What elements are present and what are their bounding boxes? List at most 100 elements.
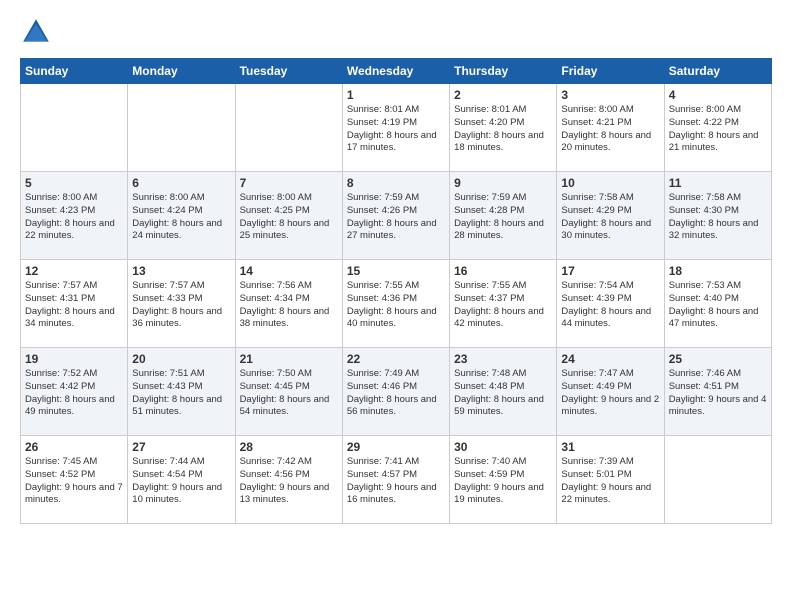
calendar-cell: 29 Sunrise: 7:41 AM Sunset: 4:57 PM Dayli… [342,436,449,524]
day-number: 11 [669,176,767,190]
day-info: Sunrise: 7:49 AM Sunset: 4:46 PM Dayligh… [347,368,445,419]
day-info: Sunrise: 7:55 AM Sunset: 4:36 PM Dayligh… [347,280,445,331]
day-number: 7 [240,176,338,190]
week-row-2: 5 Sunrise: 8:00 AM Sunset: 4:23 PM Daylig… [21,172,772,260]
logo-icon [20,16,52,48]
day-info: Sunrise: 7:59 AM Sunset: 4:28 PM Dayligh… [454,192,552,243]
day-info: Sunrise: 7:39 AM Sunset: 5:01 PM Dayligh… [561,456,659,507]
calendar-cell [21,84,128,172]
weekday-header-saturday: Saturday [664,59,771,84]
calendar-cell: 28Sunrise: 7:42 AM Sunset: 4:56 PM Dayli… [235,436,342,524]
weekday-header-thursday: Thursday [450,59,557,84]
day-number: 23 [454,352,552,366]
calendar-cell: 10 Sunrise: 7:58 AM Sunset: 4:29 PM Dayli… [557,172,664,260]
day-info: Sunrise: 8:00 AM Sunset: 4:23 PM Dayligh… [25,192,123,243]
day-info: Sunrise: 7:55 AM Sunset: 4:37 PM Dayligh… [454,280,552,331]
calendar-cell: 11 Sunrise: 7:58 AM Sunset: 4:30 PM Dayli… [664,172,771,260]
day-number: 4 [669,88,767,102]
calendar-cell: 26 Sunrise: 7:45 AM Sunset: 4:52 PM Dayli… [21,436,128,524]
day-info: Sunrise: 7:46 AM Sunset: 4:51 PM Dayligh… [669,368,767,419]
day-number: 20 [132,352,230,366]
calendar-cell: 17 Sunrise: 7:54 AM Sunset: 4:39 PM Dayli… [557,260,664,348]
calendar-cell: 19Sunrise: 7:52 AM Sunset: 4:42 PM Dayli… [21,348,128,436]
calendar-cell: 31 Sunrise: 7:39 AM Sunset: 5:01 PM Dayli… [557,436,664,524]
day-number: 30 [454,440,552,454]
weekday-header-monday: Monday [128,59,235,84]
day-info: Sunrise: 7:52 AM Sunset: 4:42 PM Dayligh… [25,368,123,419]
weekday-header-friday: Friday [557,59,664,84]
day-number: 3 [561,88,659,102]
calendar-cell: 18 Sunrise: 7:53 AM Sunset: 4:40 PM Dayli… [664,260,771,348]
day-number: 2 [454,88,552,102]
day-number: 15 [347,264,445,278]
calendar-cell [128,84,235,172]
day-info: Sunrise: 8:00 AM Sunset: 4:25 PM Dayligh… [240,192,338,243]
day-number: 29 [347,440,445,454]
calendar-cell: 1 Sunrise: 8:01 AM Sunset: 4:19 PM Daylig… [342,84,449,172]
week-row-3: 12 Sunrise: 7:57 AM Sunset: 4:31 PM Dayli… [21,260,772,348]
page: SundayMondayTuesdayWednesdayThursdayFrid… [0,0,792,534]
calendar-cell: 22Sunrise: 7:49 AM Sunset: 4:46 PM Dayli… [342,348,449,436]
day-info: Sunrise: 7:45 AM Sunset: 4:52 PM Dayligh… [25,456,123,507]
day-info: Sunrise: 7:48 AM Sunset: 4:48 PM Dayligh… [454,368,552,419]
day-number: 28 [240,440,338,454]
day-number: 18 [669,264,767,278]
day-info: Sunrise: 7:47 AM Sunset: 4:49 PM Dayligh… [561,368,659,419]
day-number: 9 [454,176,552,190]
day-info: Sunrise: 7:40 AM Sunset: 4:59 PM Dayligh… [454,456,552,507]
calendar-cell: 24 Sunrise: 7:47 AM Sunset: 4:49 PM Dayli… [557,348,664,436]
day-number: 27 [132,440,230,454]
day-number: 1 [347,88,445,102]
calendar-cell: 13Sunrise: 7:57 AM Sunset: 4:33 PM Dayli… [128,260,235,348]
week-row-1: 1 Sunrise: 8:01 AM Sunset: 4:19 PM Daylig… [21,84,772,172]
calendar-cell: 14 Sunrise: 7:56 AM Sunset: 4:34 PM Dayli… [235,260,342,348]
day-info: Sunrise: 7:41 AM Sunset: 4:57 PM Dayligh… [347,456,445,507]
week-row-5: 26 Sunrise: 7:45 AM Sunset: 4:52 PM Dayli… [21,436,772,524]
weekday-header-sunday: Sunday [21,59,128,84]
day-info: Sunrise: 7:58 AM Sunset: 4:29 PM Dayligh… [561,192,659,243]
day-number: 24 [561,352,659,366]
weekday-header-tuesday: Tuesday [235,59,342,84]
day-number: 31 [561,440,659,454]
calendar-cell: 30 Sunrise: 7:40 AM Sunset: 4:59 PM Dayli… [450,436,557,524]
calendar-cell: 5 Sunrise: 8:00 AM Sunset: 4:23 PM Daylig… [21,172,128,260]
calendar-cell [235,84,342,172]
calendar-cell: 16 Sunrise: 7:55 AM Sunset: 4:37 PM Dayli… [450,260,557,348]
calendar-cell: 23 Sunrise: 7:48 AM Sunset: 4:48 PM Dayli… [450,348,557,436]
day-info: Sunrise: 7:54 AM Sunset: 4:39 PM Dayligh… [561,280,659,331]
day-info: Sunrise: 8:00 AM Sunset: 4:24 PM Dayligh… [132,192,230,243]
calendar-cell: 8Sunrise: 7:59 AM Sunset: 4:26 PM Daylig… [342,172,449,260]
day-number: 10 [561,176,659,190]
calendar-cell: 4 Sunrise: 8:00 AM Sunset: 4:22 PM Daylig… [664,84,771,172]
calendar-cell: 6 Sunrise: 8:00 AM Sunset: 4:24 PM Daylig… [128,172,235,260]
day-info: Sunrise: 7:58 AM Sunset: 4:30 PM Dayligh… [669,192,767,243]
day-info: Sunrise: 8:01 AM Sunset: 4:19 PM Dayligh… [347,104,445,155]
day-number: 21 [240,352,338,366]
day-number: 6 [132,176,230,190]
weekday-header-wednesday: Wednesday [342,59,449,84]
day-info: Sunrise: 7:57 AM Sunset: 4:33 PM Dayligh… [132,280,230,331]
day-number: 25 [669,352,767,366]
day-number: 17 [561,264,659,278]
day-number: 5 [25,176,123,190]
day-number: 26 [25,440,123,454]
header [20,16,772,48]
logo [20,16,56,48]
day-info: Sunrise: 7:44 AM Sunset: 4:54 PM Dayligh… [132,456,230,507]
day-number: 14 [240,264,338,278]
calendar: SundayMondayTuesdayWednesdayThursdayFrid… [20,58,772,524]
day-info: Sunrise: 7:56 AM Sunset: 4:34 PM Dayligh… [240,280,338,331]
calendar-cell [664,436,771,524]
day-info: Sunrise: 7:57 AM Sunset: 4:31 PM Dayligh… [25,280,123,331]
calendar-cell: 25 Sunrise: 7:46 AM Sunset: 4:51 PM Dayli… [664,348,771,436]
day-info: Sunrise: 7:51 AM Sunset: 4:43 PM Dayligh… [132,368,230,419]
calendar-cell: 3 Sunrise: 8:00 AM Sunset: 4:21 PM Daylig… [557,84,664,172]
day-number: 16 [454,264,552,278]
day-number: 12 [25,264,123,278]
day-info: Sunrise: 8:00 AM Sunset: 4:21 PM Dayligh… [561,104,659,155]
calendar-cell: 12 Sunrise: 7:57 AM Sunset: 4:31 PM Dayli… [21,260,128,348]
day-info: Sunrise: 7:50 AM Sunset: 4:45 PM Dayligh… [240,368,338,419]
calendar-cell: 7 Sunrise: 8:00 AM Sunset: 4:25 PM Daylig… [235,172,342,260]
day-info: Sunrise: 8:00 AM Sunset: 4:22 PM Dayligh… [669,104,767,155]
day-info: Sunrise: 7:53 AM Sunset: 4:40 PM Dayligh… [669,280,767,331]
